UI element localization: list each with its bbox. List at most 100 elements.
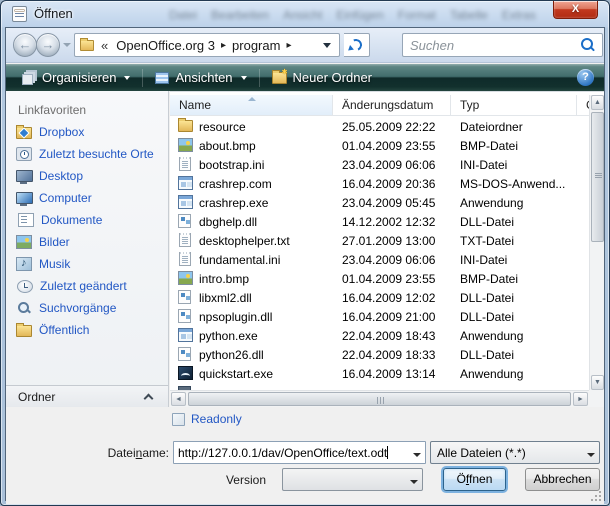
file-icon [178,347,191,361]
scroll-down-button[interactable]: ▼ [591,375,604,390]
close-button[interactable]: X [553,1,598,19]
version-dropdown-icon[interactable] [405,473,422,487]
sidebar-item-icon [16,127,32,139]
scroll-left-button[interactable]: ◄ [171,392,186,406]
vertical-scrollbar[interactable]: ▲ ▼ [589,95,604,390]
sidebar-item-label: Dokumente [41,213,102,227]
sidebar-item-label: Zuletzt geändert [40,279,127,293]
vertical-scroll-thumb[interactable] [591,112,604,242]
background-menu-item: Format [398,8,436,22]
filename-input[interactable]: http://127.0.0.1/dav/OpenOffice/text.odt [173,441,426,464]
toolbar-separator [259,69,260,87]
folders-expander[interactable]: Ordner [6,385,168,407]
new-folder-button[interactable]: Neuer Ordner [264,67,380,88]
file-date: 25.05.2009 22:22 [342,120,450,134]
breadcrumb-item-program[interactable]: program [228,38,284,53]
open-button[interactable]: Öffnen [443,468,506,491]
sidebar-item[interactable]: Computer [6,187,168,209]
filename-dropdown-icon[interactable] [408,446,425,460]
file-row[interactable]: resource 25.05.2009 22:22 Dateiordner [170,117,589,136]
sidebar-item-label: Zuletzt besuchte Orte [39,147,154,161]
sidebar-item[interactable]: Dropbox [6,121,168,143]
forward-button[interactable]: → [36,33,60,57]
new-folder-label: Neuer Ordner [293,70,372,85]
sidebar-item[interactable]: Zuletzt besuchte Orte [6,143,168,165]
sidebar-item-icon [16,235,32,249]
background-menu-item: Datei [169,8,197,22]
file-date: 23.04.2009 05:45 [342,196,450,210]
file-icon [178,138,193,152]
version-select[interactable] [282,468,423,491]
file-row[interactable]: crashrep.com 16.04.2009 20:36 MS-DOS-Anw… [170,174,589,193]
sidebar-item[interactable]: Dokumente [6,209,168,231]
readonly-checkbox-row[interactable]: Readonly [172,412,242,426]
file-row[interactable]: desktophelper.txt 27.01.2009 13:00 TXT-D… [170,231,589,250]
file-row[interactable]: python.exe 22.04.2009 18:43 Anwendung [170,326,589,345]
sidebar-item[interactable]: Musik [6,253,168,275]
file-list: Name Änderungsdatum Typ G resource 25.05… [170,91,604,407]
sidebar-item[interactable]: Öffentlich [6,319,168,341]
views-button[interactable]: Ansichten [147,67,254,88]
sidebar-item[interactable]: Suchvorgänge [6,297,168,319]
file-row[interactable]: quickstart.exe 16.04.2009 13:14 Anwendun… [170,364,589,383]
version-label: Version [206,473,266,487]
file-row[interactable]: intro.bmp 01.04.2009 23:55 BMP-Datei [170,269,589,288]
search-input[interactable]: Suchen [402,33,603,57]
file-type: INI-Datei [460,253,575,267]
horizontal-scroll-thumb[interactable] [188,392,571,406]
readonly-checkbox[interactable] [172,413,185,426]
file-date: 16.04.2009 20:36 [342,177,450,191]
file-icon [178,328,193,342]
breadcrumb-item-openoffice[interactable]: OpenOffice.org 3 [112,38,219,53]
scroll-up-button[interactable]: ▲ [591,95,604,110]
back-button[interactable]: ← [13,33,37,57]
file-row[interactable]: crashrep.exe 23.04.2009 05:45 Anwendung [170,193,589,212]
filetype-select[interactable]: Alle Dateien (*.*) [430,441,600,464]
background-menu-item: Tabelle [450,8,488,22]
column-header-date[interactable]: Änderungsdatum [333,95,451,115]
search-icon[interactable] [579,37,595,53]
sidebar-header: Linkfavoriten [6,91,168,121]
resize-grip-icon[interactable] [591,491,601,501]
refresh-button[interactable] [344,33,370,57]
address-dropdown-icon[interactable] [323,43,331,48]
sort-ascending-icon [248,97,256,101]
help-icon[interactable]: ? [577,69,594,86]
title-bar[interactable]: DateiBearbeitenAnsichtEinfügenFormatTabe… [1,1,609,27]
sidebar-item[interactable]: Zuletzt geändert [6,275,168,297]
file-row[interactable]: fundamental.ini 23.04.2009 06:06 INI-Dat… [170,250,589,269]
organize-button[interactable]: Organisieren [14,67,138,88]
chevron-right-icon[interactable]: ▸ [284,40,293,51]
file-row[interactable]: about.bmp 01.04.2009 23:55 BMP-Datei [170,136,589,155]
search-placeholder: Suchen [403,38,579,53]
file-icon [178,195,193,209]
open-dialog-window: DateiBearbeitenAnsichtEinfügenFormatTabe… [0,0,610,506]
filetype-value: Alle Dateien (*.*) [431,446,582,460]
file-name: about.bmp [199,139,329,153]
file-row[interactable]: python26.dll 22.04.2009 18:33 DLL-Datei [170,345,589,364]
file-row[interactable]: dbghelp.dll 14.12.2002 12:32 DLL-Datei [170,212,589,231]
sidebar-item[interactable]: Bilder [6,231,168,253]
new-folder-icon [272,72,287,84]
sidebar-item-icon [16,301,32,315]
breadcrumb[interactable]: « OpenOffice.org 3 ▸ program ▸ [74,33,340,57]
filetype-dropdown-icon[interactable] [582,446,599,460]
blurred-background-menu: DateiBearbeitenAnsichtEinfügenFormatTabe… [169,8,549,22]
file-row[interactable]: npsoplugin.dll 16.04.2009 21:00 DLL-Date… [170,307,589,326]
sidebar-item[interactable]: Desktop [6,165,168,187]
file-type: BMP-Datei [460,272,575,286]
cancel-button[interactable]: Abbrechen [525,468,600,491]
column-header-name[interactable]: Name [170,95,333,115]
sidebar-item-label: Suchvorgänge [39,301,116,315]
horizontal-scrollbar[interactable]: ◄ ► [170,390,589,407]
breadcrumb-overflow-chevron[interactable]: « [101,38,108,53]
column-header-type[interactable]: Typ [451,95,577,115]
file-row[interactable]: bootstrap.ini 23.04.2009 06:06 INI-Datei [170,155,589,174]
command-toolbar: Organisieren Ansichten Neuer Ordner ? [6,64,604,91]
scroll-right-button[interactable]: ► [573,392,588,406]
file-date: 16.04.2009 12:02 [342,291,450,305]
history-dropdown-icon[interactable] [63,43,71,47]
chevron-right-icon[interactable]: ▸ [219,40,228,51]
file-name: python26.dll [199,348,329,362]
file-row[interactable]: libxml2.dll 16.04.2009 12:02 DLL-Datei [170,288,589,307]
